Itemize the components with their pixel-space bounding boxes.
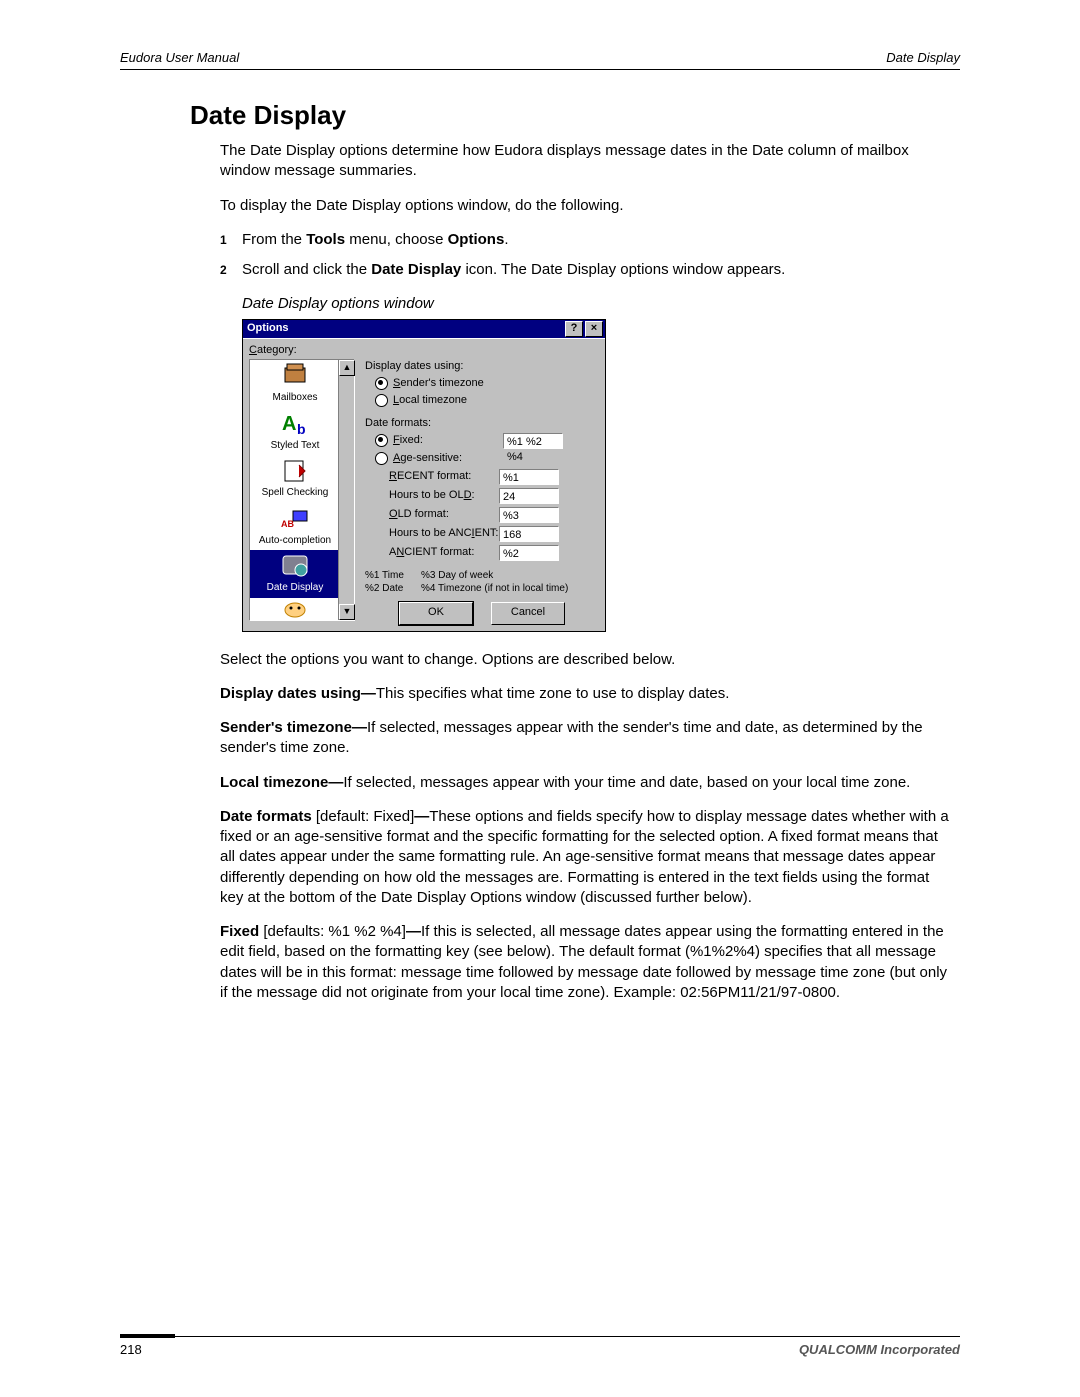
mailboxes-icon (279, 362, 311, 390)
radio-local-timezone[interactable]: Local timezone (375, 393, 599, 408)
local-timezone-desc: Local timezone—If selected, messages app… (220, 773, 950, 793)
header-rule (120, 69, 960, 70)
category-item-styled-text[interactable]: Ab Styled Text (250, 408, 340, 456)
display-dates-using-label: Display dates using: (365, 359, 599, 374)
radio-fixed[interactable] (375, 434, 388, 447)
page-title: Date Display (190, 100, 960, 131)
header-right: Date Display (886, 50, 960, 65)
hours-old-input[interactable]: 24 (499, 488, 559, 504)
fixed-desc: Fixed [defaults: %1 %2 %4]—If this is se… (220, 922, 950, 1003)
category-label: Category: (249, 343, 599, 358)
header-left: Eudora User Manual (120, 50, 239, 65)
recent-format-input[interactable]: %1 (499, 469, 559, 485)
radio-age-sensitive[interactable]: Age-sensitive: (375, 451, 599, 466)
hours-old-label: Hours to be OLD: (389, 488, 499, 503)
ok-button[interactable]: OK (399, 602, 473, 625)
category-item-spell-checking[interactable]: Spell Checking (250, 455, 340, 503)
figure-caption: Date Display options window (242, 294, 950, 314)
extra-icon (279, 600, 311, 621)
step-1-number: 1 (220, 230, 242, 250)
auto-completion-icon: AB (279, 505, 311, 533)
category-item-date-display[interactable]: Date Display (250, 550, 340, 598)
step-1-text: From the Tools menu, choose Options. (242, 230, 950, 250)
category-item-auto-completion[interactable]: AB Auto-completion (250, 503, 340, 551)
svg-text:A: A (282, 413, 296, 435)
radio-icon (375, 394, 388, 407)
radio-senders-timezone[interactable]: Sender's timezone (375, 376, 599, 391)
ancient-format-label: ANCIENT format: (389, 545, 499, 560)
display-dates-using-desc: Display dates using—This specifies what … (220, 684, 950, 704)
close-button[interactable]: × (585, 321, 603, 337)
dialog-titlebar: Options ? × (243, 320, 605, 338)
category-item-extra[interactable] (250, 598, 340, 621)
scroll-up-button[interactable]: ▲ (339, 360, 355, 376)
intro-paragraph-2: To display the Date Display options wind… (220, 196, 950, 216)
fixed-format-input[interactable]: %1 %2 %4 (503, 433, 563, 449)
category-item-mailboxes[interactable]: Mailboxes (250, 360, 340, 408)
old-format-input[interactable]: %3 (499, 507, 559, 523)
old-format-label: OLD format: (389, 507, 499, 522)
options-dialog: Options ? × Category: (242, 319, 606, 632)
dialog-title: Options (247, 321, 289, 336)
scroll-down-button[interactable]: ▼ (339, 604, 355, 620)
radio-icon (375, 377, 388, 390)
intro-paragraph-1: The Date Display options determine how E… (220, 141, 950, 182)
cancel-button[interactable]: Cancel (491, 602, 565, 625)
after-paragraph: Select the options you want to change. O… (220, 650, 950, 670)
styled-text-icon: Ab (279, 410, 311, 438)
step-2-text: Scroll and click the Date Display icon. … (242, 260, 950, 280)
spell-checking-icon (279, 457, 311, 485)
step-2: 2 Scroll and click the Date Display icon… (220, 260, 950, 280)
date-formats-label: Date formats: (365, 416, 599, 431)
step-2-number: 2 (220, 260, 242, 280)
senders-timezone-desc: Sender's timezone—If selected, messages … (220, 718, 950, 759)
footer-company: QUALCOMM Incorporated (799, 1342, 960, 1357)
page-number: 218 (120, 1342, 142, 1357)
hours-ancient-label: Hours to be ANCIENT: (389, 526, 499, 541)
svg-text:AB: AB (281, 519, 294, 529)
footer-rule (120, 1334, 960, 1338)
svg-text:b: b (297, 421, 306, 437)
radio-icon (375, 452, 388, 465)
recent-format-label: RECENT format: (389, 469, 499, 484)
category-list[interactable]: Mailboxes Ab Styled Text (249, 359, 355, 621)
date-display-icon (279, 552, 311, 580)
ancient-format-input[interactable]: %2 (499, 545, 559, 561)
category-scrollbar[interactable]: ▲ ▼ (338, 360, 354, 620)
help-button[interactable]: ? (565, 321, 583, 337)
hours-ancient-input[interactable]: 168 (499, 526, 559, 542)
format-key-legend: %1 Time %2 Date %3 Day of week %4 Timezo… (365, 569, 599, 596)
step-1: 1 From the Tools menu, choose Options. (220, 230, 950, 250)
date-formats-desc: Date formats [default: Fixed]—These opti… (220, 807, 950, 908)
